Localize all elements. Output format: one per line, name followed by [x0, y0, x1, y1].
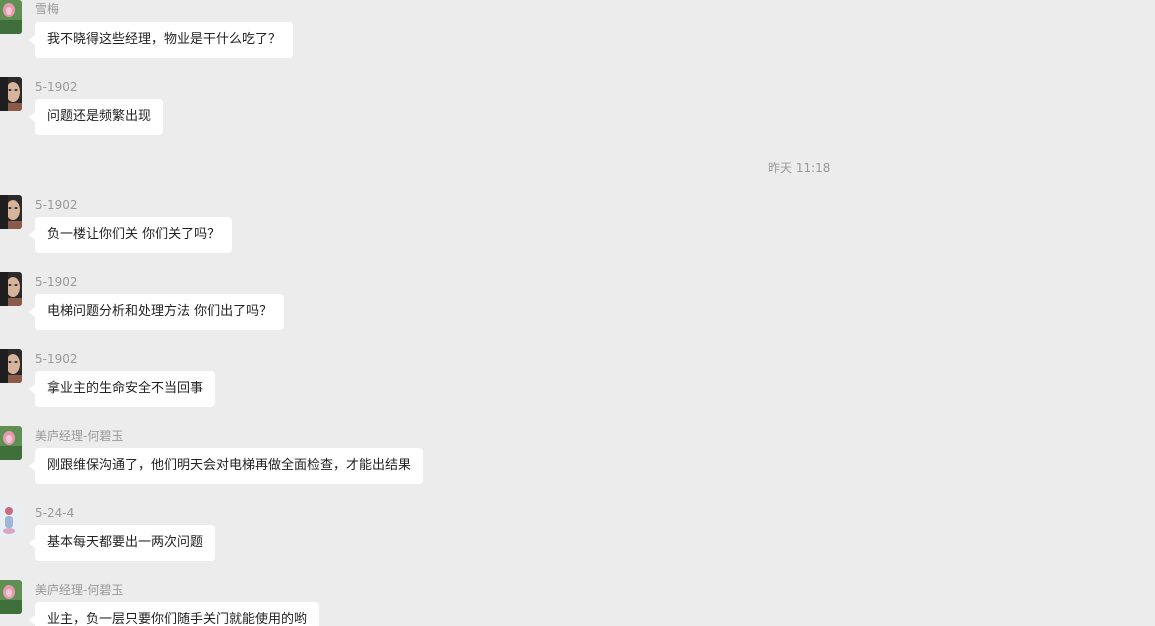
sender-name: 5-24-4: [35, 506, 75, 520]
message-bubble[interactable]: 拿业主的生命安全不当回事: [28, 371, 216, 407]
message-bubble[interactable]: 电梯问题分析和处理方法 你们出了吗？: [28, 294, 285, 330]
timestamp-divider: 昨天 11:18: [768, 161, 831, 175]
lotus-avatar[interactable]: [0, 580, 22, 614]
chat-message-list[interactable]: 雪梅 我不晓得这些经理，物业是干什么吃了？ 5-1902 问题还是频繁出现 昨天…: [0, 0, 1155, 626]
message-bubble[interactable]: 问题还是频繁出现: [28, 99, 164, 135]
doll-avatar[interactable]: [0, 503, 22, 537]
sender-name: 5-1902: [35, 80, 78, 94]
face-avatar[interactable]: [0, 272, 22, 306]
message-bubble[interactable]: 业主，负一层只要你们随手关门就能使用的哟: [28, 602, 320, 626]
sender-name: 5-1902: [35, 275, 78, 289]
face-avatar[interactable]: [0, 77, 22, 111]
sender-name: 美庐经理-何碧玉: [35, 429, 124, 443]
message-bubble[interactable]: 刚跟维保沟通了，他们明天会对电梯再做全面检查，才能出结果: [28, 448, 424, 484]
face-avatar[interactable]: [0, 195, 22, 229]
message-bubble[interactable]: 我不晓得这些经理，物业是干什么吃了？: [28, 22, 294, 58]
sender-name: 5-1902: [35, 352, 78, 366]
sender-name: 美庐经理-何碧玉: [35, 583, 124, 597]
sender-name: 5-1902: [35, 198, 78, 212]
message-bubble[interactable]: 基本每天都要出一两次问题: [28, 525, 216, 561]
face-avatar[interactable]: [0, 349, 22, 383]
lotus-avatar[interactable]: [0, 426, 22, 460]
lotus-avatar[interactable]: [0, 0, 22, 34]
message-bubble[interactable]: 负一楼让你们关 你们关了吗？: [28, 217, 233, 253]
sender-name: 雪梅: [35, 2, 60, 16]
